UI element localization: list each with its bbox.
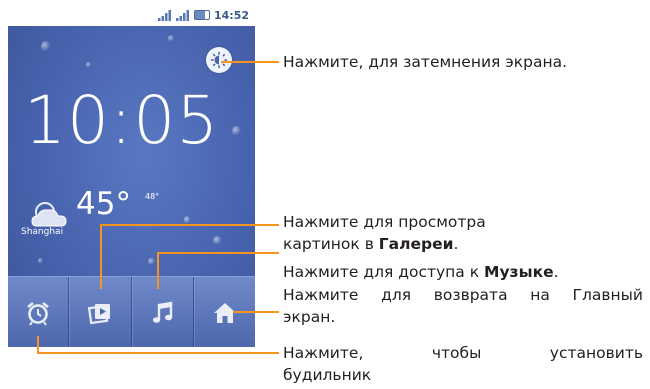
home-button[interactable] [193,277,255,347]
callout-alarm: Нажмите, чтобы установить будильник [283,342,643,386]
callout-home-line1: Нажмите для возврата на Главный [283,286,643,304]
callout-music: Нажмите для доступа к Музыке. [283,261,559,283]
callout-gallery: Нажмите для просмотра картинок в Галереи… [283,211,486,255]
status-time: 14:52 [213,8,249,22]
callout-home-line2: экран. [283,308,336,326]
callout-alarm-line2: будильник [283,366,372,384]
phone-screenshot: 14:52 10:05 45° 48° Shanghai [8,6,255,347]
weather-cloudy-icon [31,202,67,227]
dim-screen-button[interactable] [206,47,232,73]
callout-home: Нажмите для возврата на Главный экран. [283,284,643,328]
gallery-icon [88,303,111,324]
weather-city: Shanghai [21,227,64,237]
gallery-button[interactable] [69,277,132,347]
water-drop [38,258,43,264]
water-drop [184,216,190,224]
clock-widget-time[interactable]: 10:05 [24,88,219,154]
callout-gallery-line2: картинок в Галереи. [283,233,486,255]
callout-music-period: . [553,263,559,281]
status-bar: 14:52 [8,6,255,24]
callout-dim-screen-text: Нажмите, для затемнения экрана. [283,53,568,71]
water-drop [86,62,91,68]
brightness-icon [211,52,227,68]
weather-high-temperature: 48° [145,192,160,201]
water-drop [148,258,155,265]
callout-music-text: Нажмите для доступа к [283,263,485,281]
callout-gallery-line1: Нажмите для просмотра [283,213,486,231]
home-screen: 10:05 45° 48° Shanghai [8,26,255,347]
dock-bar [8,276,255,347]
callout-gallery-period: . [453,235,459,253]
water-drop [41,41,50,52]
music-icon [152,301,172,323]
weather-temperature: 45° [76,186,131,222]
music-button[interactable] [131,277,194,347]
water-drop [168,35,174,42]
callout-gallery-app-name: Галереи [378,235,454,253]
home-icon [213,302,236,323]
alarm-clock-icon [27,301,49,326]
callout-alarm-line1: Нажмите, чтобы установить [283,344,643,362]
battery-icon [193,10,210,20]
callout-gallery-text: картинок в [283,235,379,253]
callout-dim-screen: Нажмите, для затемнения экрана. [283,51,567,73]
callout-music-app-name: Музыке [484,263,554,281]
alarm-button[interactable] [8,277,70,347]
water-drop [232,126,241,136]
water-drop [213,236,222,245]
wifi-signal-icon [175,9,189,21]
signal-icon [157,9,171,21]
